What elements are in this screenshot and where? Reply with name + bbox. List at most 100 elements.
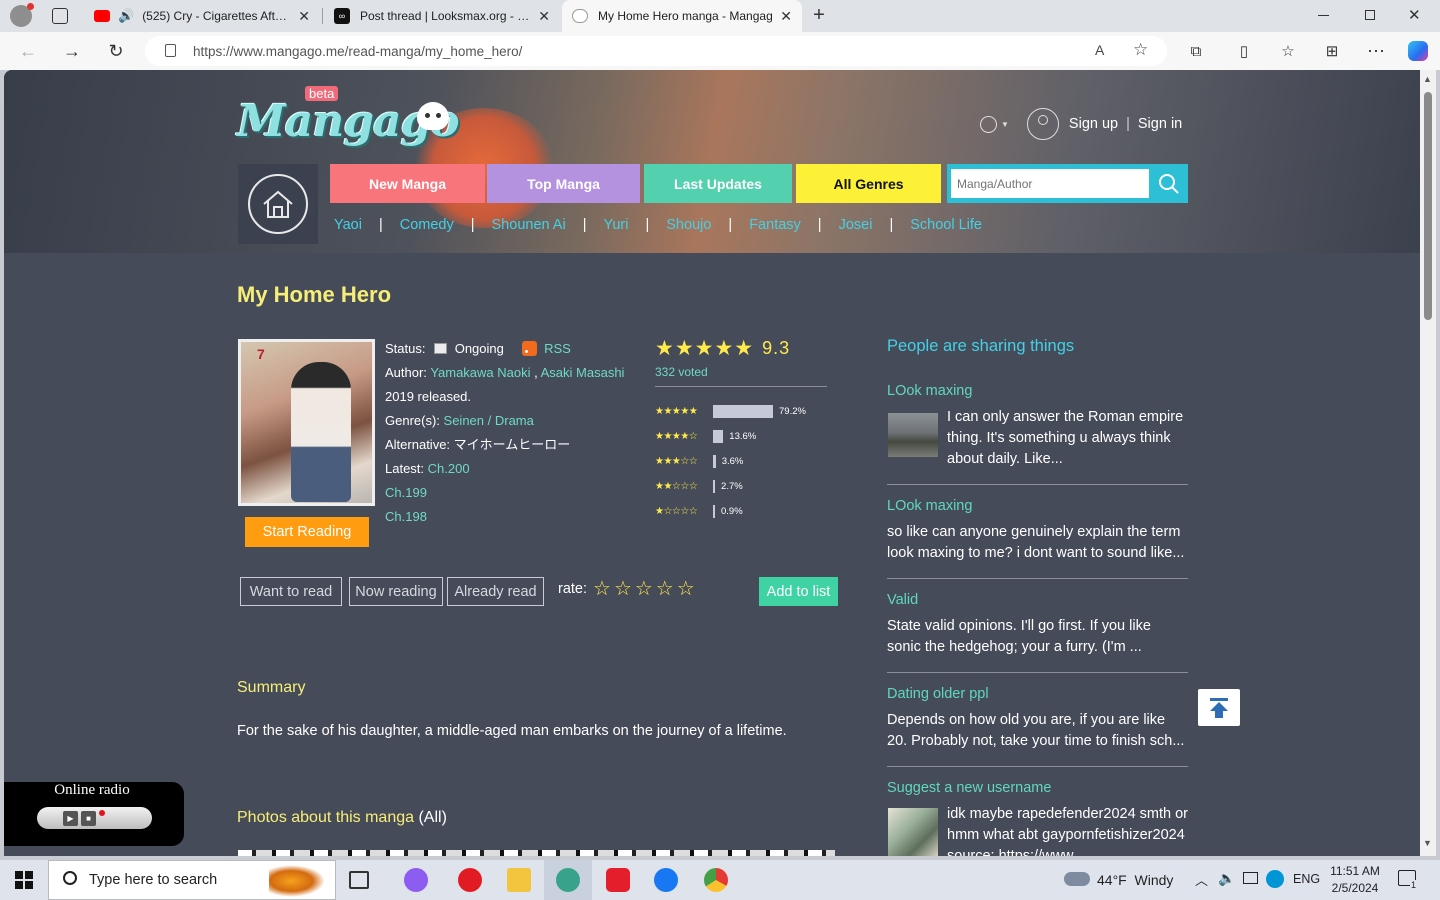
collections-icon[interactable]: ⊞: [1320, 39, 1344, 63]
address-bar[interactable]: https://www.mangago.me/read-manga/my_hom…: [145, 36, 1167, 66]
tab-mangago[interactable]: My Home Hero manga - Mangag ✕: [562, 0, 802, 32]
taskbar-clock[interactable]: 11:51 AM 2/5/2024: [1318, 863, 1392, 897]
more-menu-icon[interactable]: ⋯: [1364, 39, 1388, 63]
chapter-link[interactable]: Ch.199: [385, 485, 427, 500]
genre-link-school-life[interactable]: School Life: [910, 217, 982, 233]
genre-link-shoujo[interactable]: Shoujo: [666, 217, 711, 233]
post-title-link[interactable]: Valid: [887, 592, 918, 608]
rss-icon[interactable]: [521, 341, 537, 356]
chrome-icon[interactable]: [704, 868, 728, 892]
speaker-icon[interactable]: 🔊: [118, 8, 134, 24]
nav-new-manga[interactable]: New Manga: [330, 164, 485, 203]
user-avatar-icon[interactable]: [1026, 108, 1059, 140]
close-icon[interactable]: ✕: [780, 8, 792, 25]
hp-icon[interactable]: [1266, 870, 1284, 888]
chapter-link[interactable]: Ch.200: [428, 461, 470, 476]
new-tab-button[interactable]: +: [808, 4, 830, 26]
cover-image[interactable]: 7: [238, 339, 375, 506]
scroll-up-arrow-icon[interactable]: ▲: [1423, 74, 1432, 84]
author-separator: ,: [530, 365, 541, 380]
network-icon[interactable]: [1243, 872, 1258, 884]
genre-link-yaoi[interactable]: Yaoi: [334, 217, 362, 233]
close-icon[interactable]: ✕: [298, 8, 310, 25]
post-thumbnail[interactable]: [888, 808, 938, 856]
app-icon-red[interactable]: [606, 868, 630, 892]
genre-link-shounen-ai[interactable]: Shounen Ai: [492, 217, 566, 233]
refresh-icon[interactable]: ↻: [104, 39, 128, 63]
forward-arrow-icon[interactable]: →: [60, 39, 84, 63]
file-explorer-icon[interactable]: [507, 868, 531, 892]
stop-icon[interactable]: ■: [81, 810, 96, 826]
author-link[interactable]: Asaki Masashi: [541, 365, 625, 380]
home-button[interactable]: [238, 164, 318, 244]
rate-star-icons[interactable]: ☆☆☆☆☆: [593, 576, 698, 601]
genre-link-fantasy[interactable]: Fantasy: [749, 217, 801, 233]
edge-app-icon[interactable]: [556, 868, 580, 892]
back-to-top-button[interactable]: [1198, 689, 1240, 726]
alternative-title: マイホームヒーロー: [453, 437, 571, 452]
play-icon[interactable]: ▶: [63, 810, 78, 826]
nav-top-manga[interactable]: Top Manga: [487, 164, 640, 203]
extensions-icon[interactable]: ⧉: [1184, 39, 1208, 63]
favorites-icon[interactable]: ☆: [1276, 39, 1300, 63]
page-scrollbar[interactable]: ▲ ▼: [1420, 70, 1436, 856]
profile-avatar-icon[interactable]: [10, 3, 34, 27]
genre-link-josei[interactable]: Josei: [839, 217, 873, 233]
want-to-read-button[interactable]: Want to read: [240, 577, 342, 606]
taskbar-search-box[interactable]: Type here to search: [48, 860, 336, 900]
photos-all-link[interactable]: (All): [418, 809, 446, 826]
chapter-link[interactable]: Ch.198: [385, 509, 427, 524]
weather-icon[interactable]: [1064, 872, 1090, 886]
add-to-list-button[interactable]: Add to list: [759, 577, 838, 606]
task-view-icon[interactable]: [349, 871, 369, 889]
history-clock-icon[interactable]: [980, 115, 997, 133]
app-icon-purple[interactable]: [404, 868, 428, 892]
windows-start-button[interactable]: [0, 860, 48, 900]
author-link[interactable]: Yamakawa Naoki: [430, 365, 530, 380]
post-thumbnail[interactable]: [888, 413, 938, 457]
chevron-down-icon[interactable]: ▼: [1001, 120, 1009, 129]
start-reading-button[interactable]: Start Reading: [245, 517, 369, 547]
already-read-button[interactable]: Already read: [447, 577, 544, 606]
language-indicator[interactable]: ENG: [1293, 872, 1320, 886]
tab-looksmax[interactable]: ∞ Post thread | Looksmax.org - Me ✕: [324, 0, 560, 32]
favorite-star-icon[interactable]: ☆: [1133, 40, 1148, 60]
scrollbar-thumb[interactable]: [1424, 92, 1432, 320]
site-logo[interactable]: beta Mangago: [237, 86, 460, 147]
back-arrow-icon[interactable]: ←: [16, 39, 40, 63]
minimize-button[interactable]: [1318, 15, 1329, 16]
weather-text[interactable]: 44°F Windy: [1097, 872, 1173, 888]
copilot-icon[interactable]: [1406, 39, 1430, 63]
url-text[interactable]: https://www.mangago.me/read-manga/my_hom…: [193, 44, 522, 59]
nav-last-updates[interactable]: Last Updates: [644, 164, 792, 203]
scroll-down-arrow-icon[interactable]: ▼: [1423, 838, 1432, 848]
tab-youtube[interactable]: 🔊 (525) Cry - Cigarettes After S ✕: [84, 0, 320, 32]
post-title-link[interactable]: LOok maxing: [887, 498, 972, 514]
opera-icon[interactable]: [458, 868, 482, 892]
sign-in-link[interactable]: Sign in: [1138, 116, 1182, 132]
genre-link-comedy[interactable]: Comedy: [400, 217, 454, 233]
speaker-icon[interactable]: 🔈: [1218, 870, 1235, 887]
nav-all-genres[interactable]: All Genres: [796, 164, 941, 203]
split-screen-icon[interactable]: ▯: [1232, 39, 1256, 63]
close-icon[interactable]: ✕: [538, 8, 550, 25]
tab-actions-icon[interactable]: [52, 8, 68, 24]
restore-button[interactable]: [1365, 10, 1375, 20]
read-aloud-icon[interactable]: A: [1095, 42, 1104, 58]
search-button[interactable]: [1153, 168, 1185, 199]
facebook-icon[interactable]: [654, 868, 678, 892]
genre-links[interactable]: Seinen / Drama: [444, 413, 534, 428]
arrow-up-icon: [1210, 697, 1228, 718]
rss-link[interactable]: RSS: [544, 341, 571, 356]
rating-bar: [713, 404, 773, 418]
search-input[interactable]: [951, 169, 1149, 198]
close-window-button[interactable]: ✕: [1408, 6, 1421, 24]
now-reading-button[interactable]: Now reading: [349, 577, 443, 606]
sign-up-link[interactable]: Sign up: [1069, 116, 1118, 132]
post-title-link[interactable]: Dating older ppl: [887, 686, 989, 702]
chevron-up-icon[interactable]: ︿: [1195, 870, 1208, 889]
genre-link-yuri[interactable]: Yuri: [603, 217, 628, 233]
photo-strip[interactable]: [238, 850, 835, 856]
post-title-link[interactable]: Suggest a new username: [887, 780, 1051, 796]
post-title-link[interactable]: LOok maxing: [887, 383, 972, 399]
